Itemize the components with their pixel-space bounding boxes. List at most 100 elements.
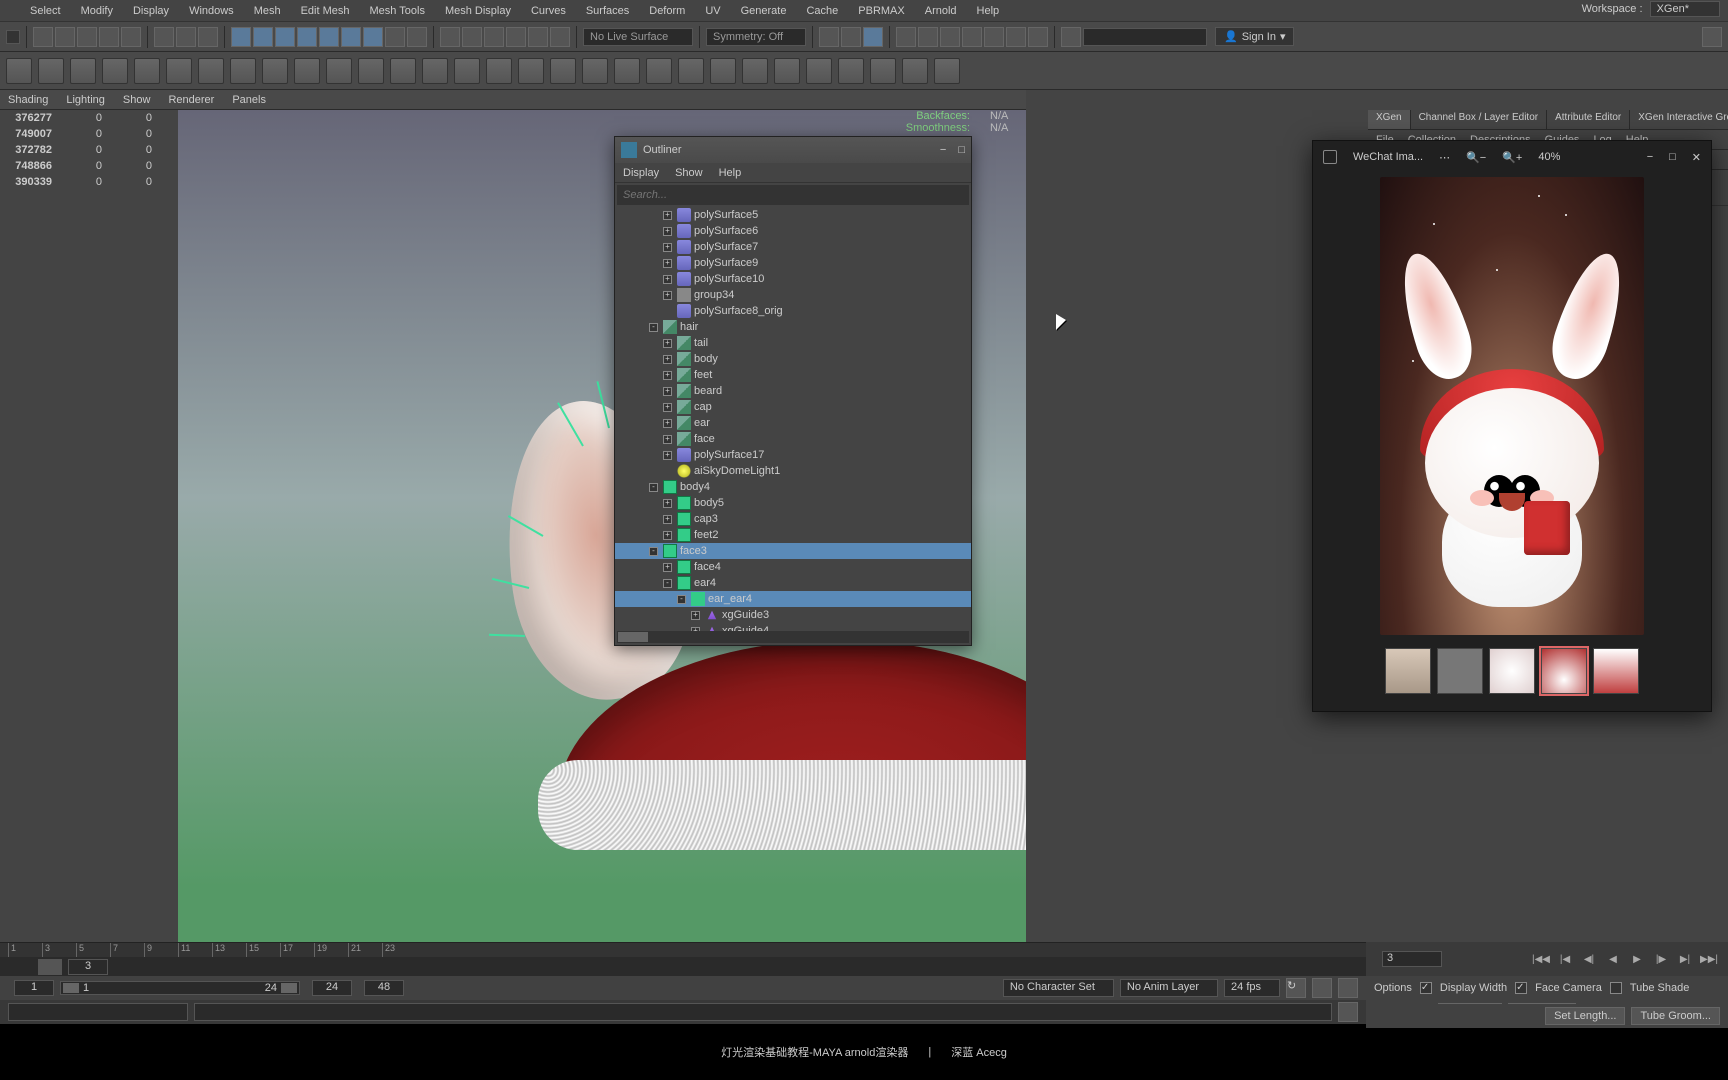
menu-arnold[interactable]: Arnold	[915, 5, 967, 17]
time-current[interactable]: 3	[68, 959, 108, 975]
tab-attribute-editor[interactable]: Attribute Editor	[1547, 110, 1630, 129]
workspace-dropdown[interactable]: XGen*	[1650, 1, 1720, 17]
outliner-titlebar[interactable]: Outliner − □	[615, 137, 971, 163]
shelf-icon-1[interactable]	[38, 58, 64, 84]
shelf-icon-24[interactable]	[774, 58, 800, 84]
go-end-icon[interactable]: ▶▶|	[1700, 951, 1718, 967]
shelf-icon-10[interactable]	[326, 58, 352, 84]
set-length-button[interactable]: Set Length...	[1545, 1007, 1625, 1025]
menu-mesh-display[interactable]: Mesh Display	[435, 5, 521, 17]
range-start[interactable]: 1	[14, 980, 54, 996]
viewcube2-icon[interactable]	[841, 27, 861, 47]
shelf-icon-0[interactable]	[6, 58, 32, 84]
snap-view-icon[interactable]	[319, 27, 339, 47]
outliner-item-ear[interactable]: +ear	[615, 415, 971, 431]
display-width-check[interactable]	[1420, 982, 1432, 994]
ol-menu-display[interactable]: Display	[623, 167, 659, 179]
minimize-icon[interactable]: −	[1647, 151, 1653, 163]
expand-icon[interactable]: +	[663, 227, 672, 236]
snap-grid-icon[interactable]	[231, 27, 251, 47]
outliner-item-polySurface6[interactable]: +polySurface6	[615, 223, 971, 239]
shelf-icon-13[interactable]	[422, 58, 448, 84]
options-label[interactable]: Options	[1374, 982, 1412, 994]
outliner-search[interactable]	[617, 185, 969, 205]
outliner-item-beard[interactable]: +beard	[615, 383, 971, 399]
time-current-block[interactable]	[38, 959, 62, 975]
menu-uv[interactable]: UV	[695, 5, 730, 17]
outliner-item-body[interactable]: +body	[615, 351, 971, 367]
signin-button[interactable]: 👤 Sign In ▾	[1215, 27, 1294, 46]
shelf-icon-18[interactable]	[582, 58, 608, 84]
expand-icon[interactable]	[663, 467, 672, 476]
shelf-icon-4[interactable]	[134, 58, 160, 84]
center-pivot-icon[interactable]	[528, 27, 548, 47]
history-icon[interactable]	[440, 27, 460, 47]
search-field[interactable]	[1083, 28, 1207, 46]
expand-icon[interactable]: +	[663, 243, 672, 252]
outliner-item-aiSkyDomeLight1[interactable]: aiSkyDomeLight1	[615, 463, 971, 479]
outliner-item-face4[interactable]: +face4	[615, 559, 971, 575]
expand-icon[interactable]: +	[663, 451, 672, 460]
step-fwd-icon[interactable]: |▶	[1652, 951, 1670, 967]
playblast-icon[interactable]	[984, 27, 1004, 47]
shelf-icon-27[interactable]	[870, 58, 896, 84]
imgview-canvas[interactable]	[1313, 173, 1711, 639]
shelf-icon-29[interactable]	[934, 58, 960, 84]
tube-shade-check[interactable]	[1610, 982, 1622, 994]
shelf-icon-7[interactable]	[230, 58, 256, 84]
thumb-3[interactable]	[1489, 648, 1535, 694]
outliner-item-feet2[interactable]: +feet2	[615, 527, 971, 543]
menu-modify[interactable]: Modify	[71, 5, 123, 17]
thumb-5[interactable]	[1593, 648, 1639, 694]
reset-icon[interactable]	[550, 27, 570, 47]
viewcube1-icon[interactable]	[819, 27, 839, 47]
anim-layer-dropdown[interactable]: No Anim Layer	[1120, 979, 1218, 997]
outliner-item-ear_ear4[interactable]: -ear_ear4	[615, 591, 971, 607]
menu-mesh[interactable]: Mesh	[244, 5, 291, 17]
outliner-item-group34[interactable]: +group34	[615, 287, 971, 303]
outliner-hscroll[interactable]	[617, 631, 969, 643]
workspace-selector[interactable]: Workspace : XGen*	[1582, 3, 1720, 15]
vp-menu-panels[interactable]: Panels	[232, 94, 266, 106]
shelf-icon-28[interactable]	[902, 58, 928, 84]
outliner-item-hair[interactable]: -hair	[615, 319, 971, 335]
thumb-2[interactable]	[1437, 648, 1483, 694]
snap-plane-icon[interactable]	[297, 27, 317, 47]
outliner-search-input[interactable]	[623, 189, 963, 201]
go-start-icon[interactable]: |◀◀	[1532, 951, 1550, 967]
fps-dropdown[interactable]: 24 fps	[1224, 979, 1280, 997]
snap-center-icon[interactable]	[341, 27, 361, 47]
expand-icon[interactable]: +	[663, 563, 672, 572]
shelf-icon-26[interactable]	[838, 58, 864, 84]
range-slider[interactable]: 124	[60, 981, 300, 995]
step-back-key-icon[interactable]: |◀	[1556, 951, 1574, 967]
menu-generate[interactable]: Generate	[731, 5, 797, 17]
close-icon[interactable]: ✕	[1692, 151, 1701, 164]
expand-icon[interactable]: +	[663, 339, 672, 348]
thumb-4[interactable]	[1541, 648, 1587, 694]
paint-select-icon[interactable]	[198, 27, 218, 47]
viewport-menubar[interactable]: ShadingLightingShowRendererPanels	[0, 90, 1026, 110]
time-slider[interactable]: 1357911131517192123 3	[0, 942, 1366, 976]
minimize-icon[interactable]: −	[940, 144, 946, 156]
expand-icon[interactable]	[663, 307, 672, 316]
outliner-item-polySurface10[interactable]: +polySurface10	[615, 271, 971, 287]
shelf-icon-9[interactable]	[294, 58, 320, 84]
snap-point-icon[interactable]	[275, 27, 295, 47]
expand-icon[interactable]: -	[649, 483, 658, 492]
snap-live-icon[interactable]	[363, 27, 383, 47]
gallery-icon[interactable]	[1323, 150, 1337, 164]
mel-input[interactable]	[8, 1003, 188, 1021]
outliner-item-cap[interactable]: +cap	[615, 399, 971, 415]
outliner-menubar[interactable]: DisplayShowHelp	[615, 163, 971, 183]
shelf-icon-12[interactable]	[390, 58, 416, 84]
outliner-item-body5[interactable]: +body5	[615, 495, 971, 511]
tab-xgen[interactable]: XGen	[1368, 110, 1411, 129]
shelf-icon-8[interactable]	[262, 58, 288, 84]
expand-icon[interactable]: +	[663, 419, 672, 428]
shelf-icon-21[interactable]	[678, 58, 704, 84]
panel-layout-icon[interactable]	[1061, 27, 1081, 47]
menu-select[interactable]: Select	[20, 5, 71, 17]
time-end-field[interactable]: 3	[1382, 951, 1442, 967]
step-fwd-key-icon[interactable]: ▶|	[1676, 951, 1694, 967]
